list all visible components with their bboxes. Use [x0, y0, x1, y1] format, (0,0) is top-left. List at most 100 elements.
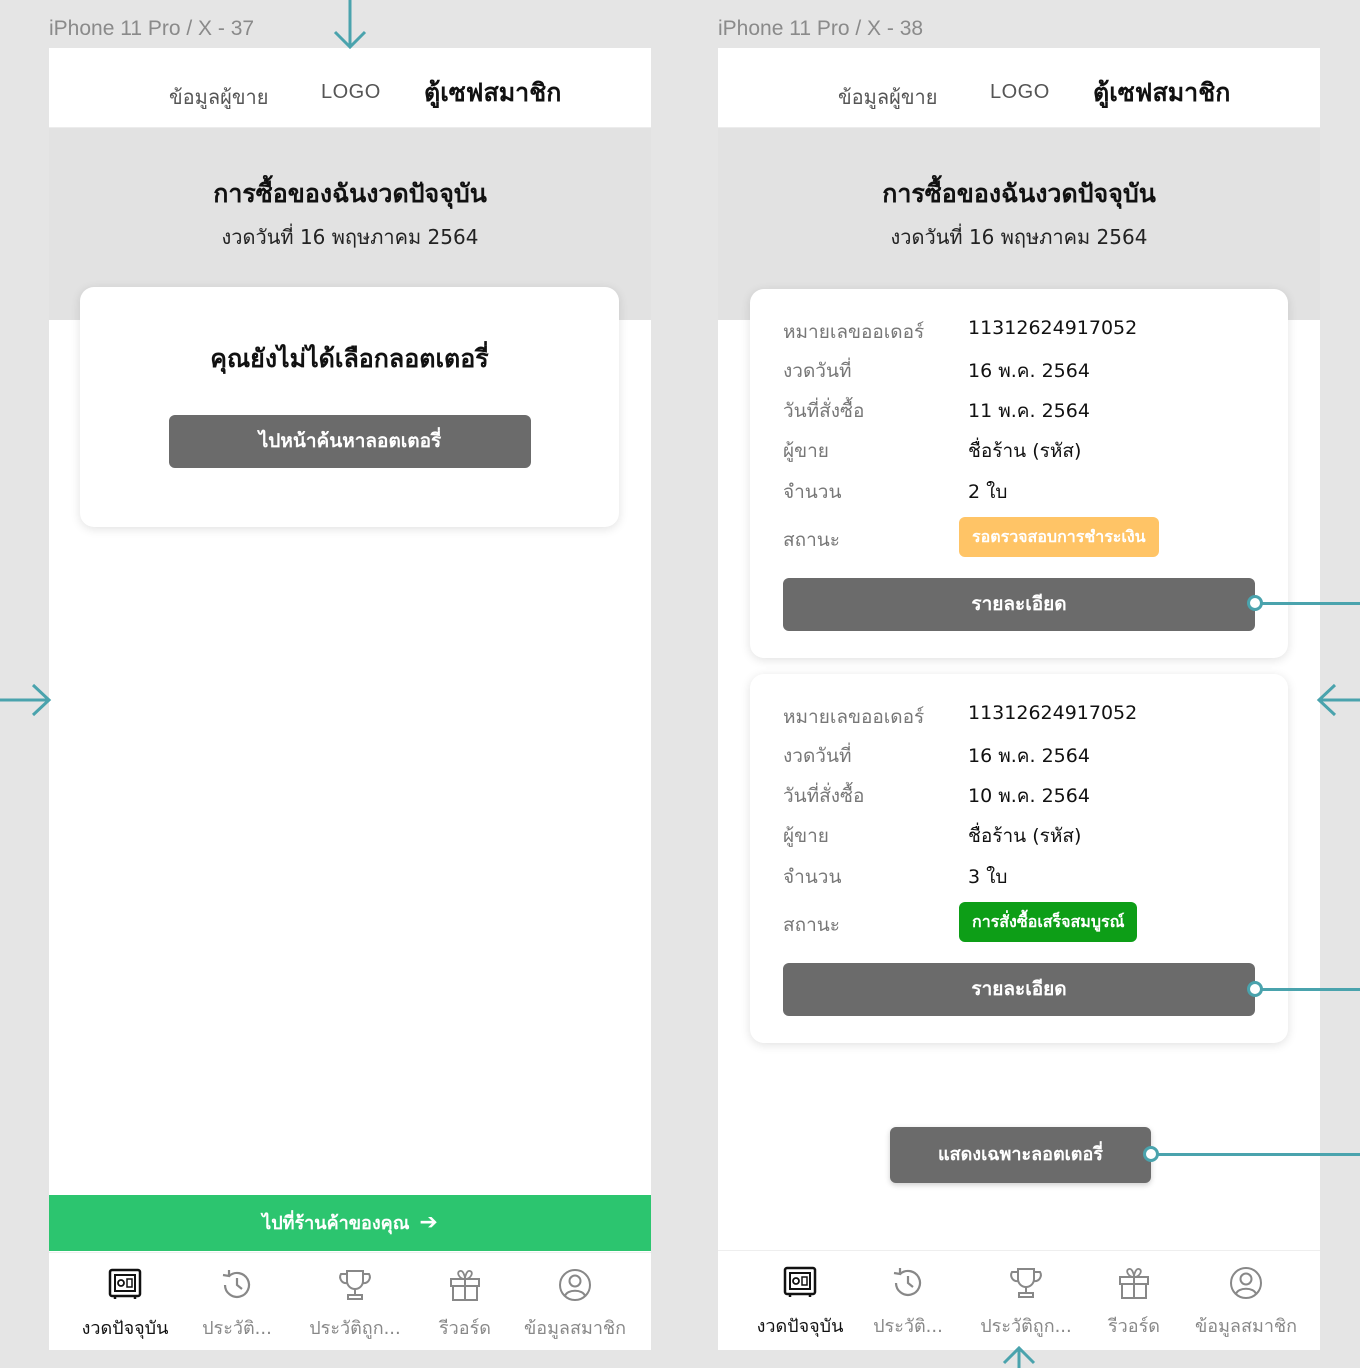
quantity-value: 3 ใบ: [968, 866, 1008, 888]
go-search-lottery-button[interactable]: ไปหน้าค้นหาลอตเตอรี่: [169, 415, 531, 468]
go-to-shop-button[interactable]: ไปที่ร้านค้าของคุณ ➔: [49, 1195, 651, 1251]
order-number: 11312624917052: [968, 702, 1138, 724]
prototype-link-dot: [1247, 981, 1263, 997]
trophy-icon: [339, 1270, 371, 1300]
bottom-tab-bar: งวดปัจจุบัน ประวัติ... ประวัติถูก... รีว…: [49, 1252, 651, 1350]
field-label: สถานะ: [783, 529, 840, 551]
seller-value: ชื่อร้าน (รหัส): [968, 440, 1082, 462]
trophy-icon: [1010, 1268, 1042, 1298]
safe-icon: [783, 1266, 817, 1297]
tab-current-draw[interactable]: งวดปัจจุบัน: [65, 1253, 185, 1350]
order-card: หมายเลขออเดอร์ 11312624917052 งวดวันที่ …: [750, 674, 1288, 1043]
tab-label: งวดปัจจุบัน: [81, 1318, 169, 1339]
gift-icon: [1119, 1268, 1149, 1299]
tab-member-info[interactable]: ข้อมูลสมาชิก: [1186, 1251, 1306, 1349]
prototype-arrow-down-icon: [333, 0, 367, 50]
field-label: สถานะ: [783, 914, 840, 936]
logo[interactable]: LOGO: [321, 81, 381, 104]
tab-label: ประวัติ...: [873, 1316, 943, 1337]
page-title: ตู้เซฟสมาชิก: [424, 78, 562, 107]
logo[interactable]: LOGO: [990, 81, 1050, 104]
tab-label: ประวัติ...: [202, 1318, 272, 1339]
draw-date: งวดวันที่ 16 พฤษภาคม 2564: [221, 225, 479, 249]
seller-row: ผู้ขาย ชื่อร้าน (รหัส): [783, 817, 1253, 849]
tab-label: งวดปัจจุบัน: [756, 1316, 844, 1337]
seller-info-link[interactable]: ข้อมูลผู้ขาย: [169, 81, 268, 113]
empty-state-card: คุณยังไม่ได้เลือกลอตเตอรี่ ไปหน้าค้นหาลอ…: [80, 287, 619, 527]
field-label: จำนวน: [783, 866, 842, 888]
field-label: วันที่สั่งซื้อ: [783, 785, 865, 807]
quantity-row: จำนวน 3 ใบ: [783, 858, 1253, 890]
frame-label: iPhone 11 Pro / X - 37: [49, 17, 255, 40]
order-date-value: 10 พ.ค. 2564: [968, 785, 1090, 807]
tab-rewards[interactable]: รีวอร์ด: [1074, 1251, 1194, 1349]
tab-member-info[interactable]: ข้อมูลสมาชิก: [515, 1253, 635, 1350]
show-lottery-only-button[interactable]: แสดงเฉพาะลอตเตอรี่: [890, 1127, 1151, 1183]
section-title: การซื้อของฉันงวดปัจจุบัน: [882, 179, 1156, 208]
go-to-shop-label: ไปที่ร้านค้าของคุณ: [262, 1213, 410, 1234]
quantity-value: 2 ใบ: [968, 481, 1008, 503]
status-row: สถานะ รอตรวจสอบการชำระเงิน: [783, 517, 1253, 557]
draw-date-value: 16 พ.ค. 2564: [968, 745, 1090, 767]
draw-date-value: 16 พ.ค. 2564: [968, 360, 1090, 382]
prototype-link-line: [1158, 1153, 1360, 1156]
seller-value: ชื่อร้าน (รหัส): [968, 825, 1082, 847]
prototype-arrow-left-icon: [1316, 683, 1360, 717]
empty-message: คุณยังไม่ได้เลือกลอตเตอรี่: [210, 344, 489, 373]
field-label: จำนวน: [783, 481, 842, 503]
field-label: วันที่สั่งซื้อ: [783, 400, 865, 422]
page-title: ตู้เซฟสมาชิก: [1093, 78, 1231, 107]
bottom-tab-bar: งวดปัจจุบัน ประวัติ... ประวัติถูก... รีว…: [718, 1250, 1320, 1348]
draw-date: งวดวันที่ 16 พฤษภาคม 2564: [890, 225, 1148, 249]
safe-icon: [108, 1268, 142, 1299]
status-row: สถานะ การสั่งซื้อเสร็จสมบูรณ์: [783, 902, 1253, 942]
section-title: การซื้อของฉันงวดปัจจุบัน: [213, 179, 487, 208]
order-date-value: 11 พ.ค. 2564: [968, 400, 1090, 422]
gift-icon: [450, 1270, 480, 1301]
tab-rewards[interactable]: รีวอร์ด: [405, 1253, 525, 1350]
tab-label: ข้อมูลสมาชิก: [523, 1318, 627, 1339]
history-icon: [222, 1270, 251, 1298]
tab-history[interactable]: ประวัติ...: [848, 1251, 968, 1349]
user-icon: [1230, 1267, 1262, 1299]
seller-row: ผู้ขาย ชื่อร้าน (รหัส): [783, 432, 1253, 464]
prototype-link-line: [1262, 602, 1360, 605]
top-nav: ข้อมูลผู้ขาย LOGO ตู้เซฟสมาชิก: [49, 48, 651, 128]
field-label: งวดวันที่: [783, 745, 852, 767]
prototype-arrow-up-icon: [1002, 1345, 1036, 1368]
order-number-row: หมายเลขออเดอร์ 11312624917052: [783, 698, 1253, 730]
tab-current-draw[interactable]: งวดปัจจุบัน: [740, 1251, 860, 1349]
order-number-row: หมายเลขออเดอร์ 11312624917052: [783, 313, 1253, 345]
quantity-row: จำนวน 2 ใบ: [783, 473, 1253, 505]
tab-label: ประวัติถูก...: [309, 1318, 401, 1339]
tab-winning-history[interactable]: ประวัติถูก...: [295, 1253, 415, 1350]
prototype-link-dot: [1247, 595, 1263, 611]
draw-date-row: งวดวันที่ 16 พ.ค. 2564: [783, 737, 1253, 769]
user-icon: [559, 1269, 591, 1301]
tab-winning-history[interactable]: ประวัติถูก...: [966, 1251, 1086, 1349]
tab-label: ข้อมูลสมาชิก: [1194, 1316, 1298, 1337]
top-nav: ข้อมูลผู้ขาย LOGO ตู้เซฟสมาชิก: [718, 48, 1320, 128]
field-label: หมายเลขออเดอร์: [783, 706, 925, 728]
seller-info-link[interactable]: ข้อมูลผู้ขาย: [838, 81, 937, 113]
status-badge: การสั่งซื้อเสร็จสมบูรณ์: [959, 902, 1138, 942]
field-label: หมายเลขออเดอร์: [783, 321, 925, 343]
tab-label: รีวอร์ด: [439, 1318, 491, 1339]
tab-history[interactable]: ประวัติ...: [177, 1253, 297, 1350]
arrow-right-icon: ➔: [419, 1210, 438, 1235]
prototype-arrow-right-icon: [0, 683, 52, 717]
tab-label: ประวัติถูก...: [980, 1316, 1072, 1337]
order-number: 11312624917052: [968, 317, 1138, 339]
order-detail-button[interactable]: รายละเอียด: [783, 578, 1255, 631]
status-badge: รอตรวจสอบการชำระเงิน: [959, 517, 1159, 557]
history-icon: [893, 1268, 922, 1296]
frame-label: iPhone 11 Pro / X - 38: [718, 17, 924, 40]
prototype-link-line: [1262, 988, 1360, 991]
order-date-row: วันที่สั่งซื้อ 10 พ.ค. 2564: [783, 777, 1253, 809]
tab-label: รีวอร์ด: [1108, 1316, 1160, 1337]
field-label: ผู้ขาย: [783, 440, 829, 462]
field-label: งวดวันที่: [783, 360, 852, 382]
order-detail-button[interactable]: รายละเอียด: [783, 963, 1255, 1016]
order-date-row: วันที่สั่งซื้อ 11 พ.ค. 2564: [783, 392, 1253, 424]
field-label: ผู้ขาย: [783, 825, 829, 847]
